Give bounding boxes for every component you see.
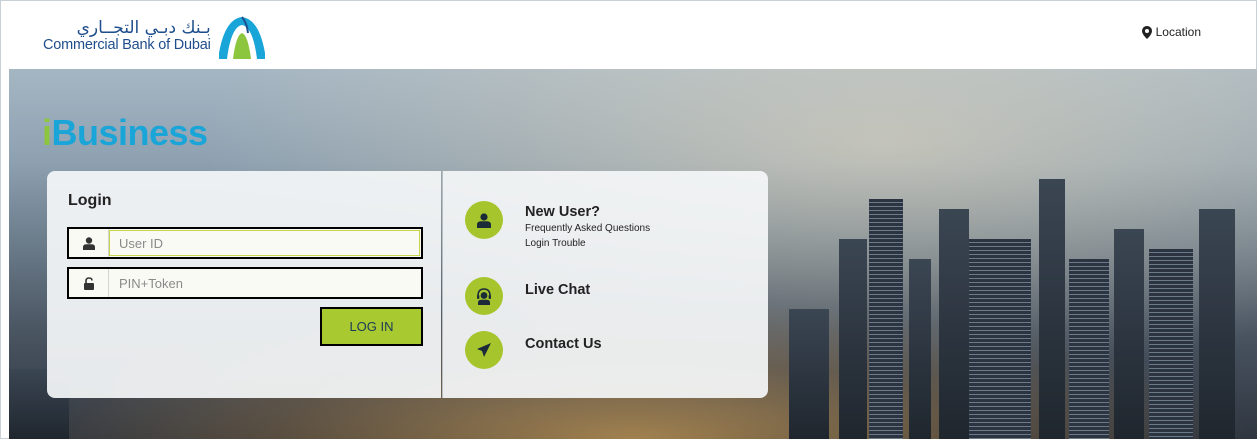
contact-us-title: Contact Us xyxy=(525,336,602,352)
location-link[interactable]: Location xyxy=(1141,25,1201,39)
bank-logo-icon xyxy=(216,13,267,59)
help-panel: New User? Frequently Asked Questions Log… xyxy=(442,171,768,398)
login-title: Login xyxy=(68,192,112,209)
building xyxy=(969,239,1031,439)
faq-link[interactable]: Frequently Asked Questions xyxy=(525,221,650,236)
building xyxy=(1069,259,1109,439)
contact-us-item[interactable]: Contact Us xyxy=(465,331,602,369)
ibusiness-brand: iBusiness xyxy=(42,112,208,154)
logo-text: بـنك دبـي التجــاري Commercial Bank of D… xyxy=(43,19,211,53)
login-button[interactable]: LOG IN xyxy=(320,307,423,346)
header: بـنك دبـي التجــاري Commercial Bank of D… xyxy=(1,1,1256,69)
user-id-input[interactable] xyxy=(109,229,421,257)
building xyxy=(909,259,931,439)
brand-suffix: Business xyxy=(51,112,209,153)
location-label: Location xyxy=(1155,25,1201,39)
logo-arabic-text: بـنك دبـي التجــاري xyxy=(76,18,211,38)
building xyxy=(1149,249,1193,439)
live-chat-item[interactable]: Live Chat xyxy=(465,277,590,315)
map-marker-icon xyxy=(1141,25,1152,39)
building xyxy=(939,209,969,439)
paper-plane-icon xyxy=(465,331,503,369)
pin-field xyxy=(67,267,423,299)
building xyxy=(839,239,867,439)
brand-prefix: i xyxy=(42,112,52,153)
login-trouble-link[interactable]: Login Trouble xyxy=(525,236,650,251)
building xyxy=(869,199,903,439)
building xyxy=(1199,209,1235,439)
live-chat-title: Live Chat xyxy=(525,282,591,298)
bank-logo[interactable]: بـنك دبـي التجــاري Commercial Bank of D… xyxy=(43,13,267,59)
new-user-title[interactable]: New User? xyxy=(525,203,650,221)
pin-input[interactable] xyxy=(109,269,421,297)
building xyxy=(789,309,829,439)
new-user-icon xyxy=(465,201,503,239)
chat-agent-icon xyxy=(465,277,503,315)
building xyxy=(1039,179,1065,439)
login-panel: Login LOG IN xyxy=(47,171,441,398)
lock-icon xyxy=(69,269,109,297)
logo-english-text: Commercial Bank of Dubai xyxy=(43,37,211,53)
user-id-field xyxy=(67,227,423,259)
new-user-item: New User? Frequently Asked Questions Log… xyxy=(465,201,650,251)
user-icon xyxy=(69,229,109,257)
building xyxy=(1114,229,1144,439)
